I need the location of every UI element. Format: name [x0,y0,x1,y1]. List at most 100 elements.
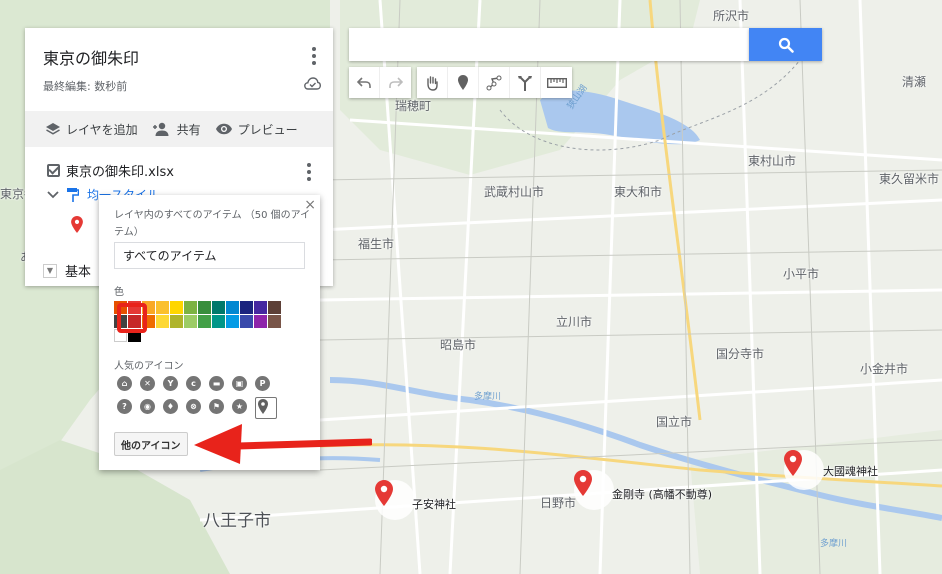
city-label: 国立市 [656,415,693,429]
style-preview-row [71,216,83,236]
history-group [349,67,411,98]
city-label: 八王子市 [203,511,271,531]
share-label: 共有 [176,122,201,137]
color-swatch[interactable] [268,301,281,314]
color-swatch[interactable] [240,301,253,314]
layer-visibility-checkbox[interactable] [47,164,60,177]
eye-icon [215,123,232,135]
panel-actions: レイヤを追加 共有 プレビュー [25,111,333,147]
search-icon [778,37,794,53]
directions-button[interactable] [510,67,541,98]
color-swatch[interactable] [254,301,267,314]
marker-pin-icon [784,450,802,476]
help-icon[interactable]: ? [117,399,140,422]
layers-icon [46,123,60,135]
color-swatch[interactable] [254,315,267,328]
select-tool-button[interactable] [417,67,448,98]
draw-line-button[interactable] [479,67,510,98]
chevron-down-icon[interactable] [47,190,59,199]
base-map-label[interactable]: 基本 [65,261,91,280]
marker-pin-icon[interactable] [71,216,83,233]
draw-line-icon [486,75,502,90]
marker-pin-icon [375,480,393,506]
color-swatch[interactable] [212,301,225,314]
undo-icon [357,76,371,88]
home-icon[interactable]: ⌂ [117,376,140,399]
river-label: 多摩川 [474,392,502,402]
layer-row: 東京の御朱印.xlsx [47,161,174,180]
cafe-icon[interactable]: c [186,376,209,399]
color-swatch[interactable] [184,315,197,328]
cycling-icon[interactable]: ⊗ [186,399,209,422]
city-label: 小金井市 [860,362,909,376]
selected-icon-outline [255,397,277,419]
undo-button[interactable] [349,67,380,98]
redo-button[interactable] [380,67,411,98]
add-marker-button[interactable] [448,67,479,98]
color-swatch[interactable] [226,301,239,314]
base-map-toggle[interactable]: ▼ [43,263,57,278]
more-icons-button[interactable]: 他のアイコン [114,432,188,456]
map-title[interactable]: 東京の御朱印 [43,45,139,69]
base-map-row: ▼ 基本 [43,261,91,280]
city-label: 武蔵村山市 [484,185,545,199]
map-marker[interactable] [375,480,415,520]
color-swatch[interactable] [170,315,183,328]
city-label: 国分寺市 [716,347,765,361]
cloud-saved-icon [304,77,321,90]
color-swatch[interactable] [212,315,225,328]
city-label: 立川市 [556,315,593,329]
city-label: 瑞穂町 [395,99,432,113]
measure-button[interactable] [541,67,572,98]
color-swatch[interactable] [184,301,197,314]
marker-pin-icon [574,470,592,496]
golf-icon[interactable]: ⚑ [209,399,232,422]
share-button[interactable]: 共有 [152,121,201,138]
map-marker[interactable] [574,470,614,510]
city-label: 清瀬 [902,75,927,89]
preview-button[interactable]: プレビュー [215,121,298,138]
marker-label: 金剛寺 (高幡不動尊) [612,488,713,501]
item-label-input[interactable] [114,242,305,269]
color-swatch[interactable] [198,315,211,328]
search-button[interactable] [749,28,822,61]
preview-label: プレビュー [237,122,298,137]
map-marker[interactable] [784,450,824,490]
city-label: 福生市 [358,237,395,251]
city-label: 東村山市 [748,154,797,168]
color-swatch[interactable] [156,315,169,328]
marker-icon [458,75,468,90]
city-label: 小平市 [783,267,820,281]
city-label: 東大和市 [614,185,663,199]
shopping-icon[interactable]: ▣ [232,376,255,399]
color-swatch[interactable] [198,301,211,314]
color-swatch[interactable] [156,301,169,314]
color-section-label: 色 [114,287,124,298]
color-swatch[interactable] [240,315,253,328]
ruler-icon [546,77,567,88]
add-layer-button[interactable]: レイヤを追加 [45,121,138,138]
color-swatch[interactable] [268,315,281,328]
city-label: 東久留米市 [879,172,940,186]
popup-heading: レイヤ内のすべてのアイテム （50 個のアイテム） [114,210,311,238]
color-swatch[interactable] [170,301,183,314]
restaurant-icon[interactable]: ✕ [140,376,163,399]
parking-icon[interactable]: P [255,376,278,399]
selected-color-highlight [117,303,147,333]
search-input[interactable] [349,28,749,61]
annotation-arrow [194,424,372,464]
map-options-button[interactable] [311,47,317,65]
city-label: 日野市 [540,496,577,510]
layer-options-button[interactable] [306,163,312,181]
lodging-icon[interactable]: ▬ [209,376,232,399]
last-edit-status: 最終編集: 数秒前 [43,80,128,93]
bar-icon[interactable]: Y [163,376,186,399]
city-label: 所沢市 [713,9,750,23]
walking-icon[interactable]: ♦ [163,399,186,422]
popular-icons-label: 人気のアイコン [114,361,184,372]
star-icon[interactable]: ★ [232,399,255,422]
layer-name[interactable]: 東京の御朱印.xlsx [66,161,174,180]
color-swatch[interactable] [226,315,239,328]
add-person-icon [152,122,169,136]
camera-icon[interactable]: ◉ [140,399,163,422]
